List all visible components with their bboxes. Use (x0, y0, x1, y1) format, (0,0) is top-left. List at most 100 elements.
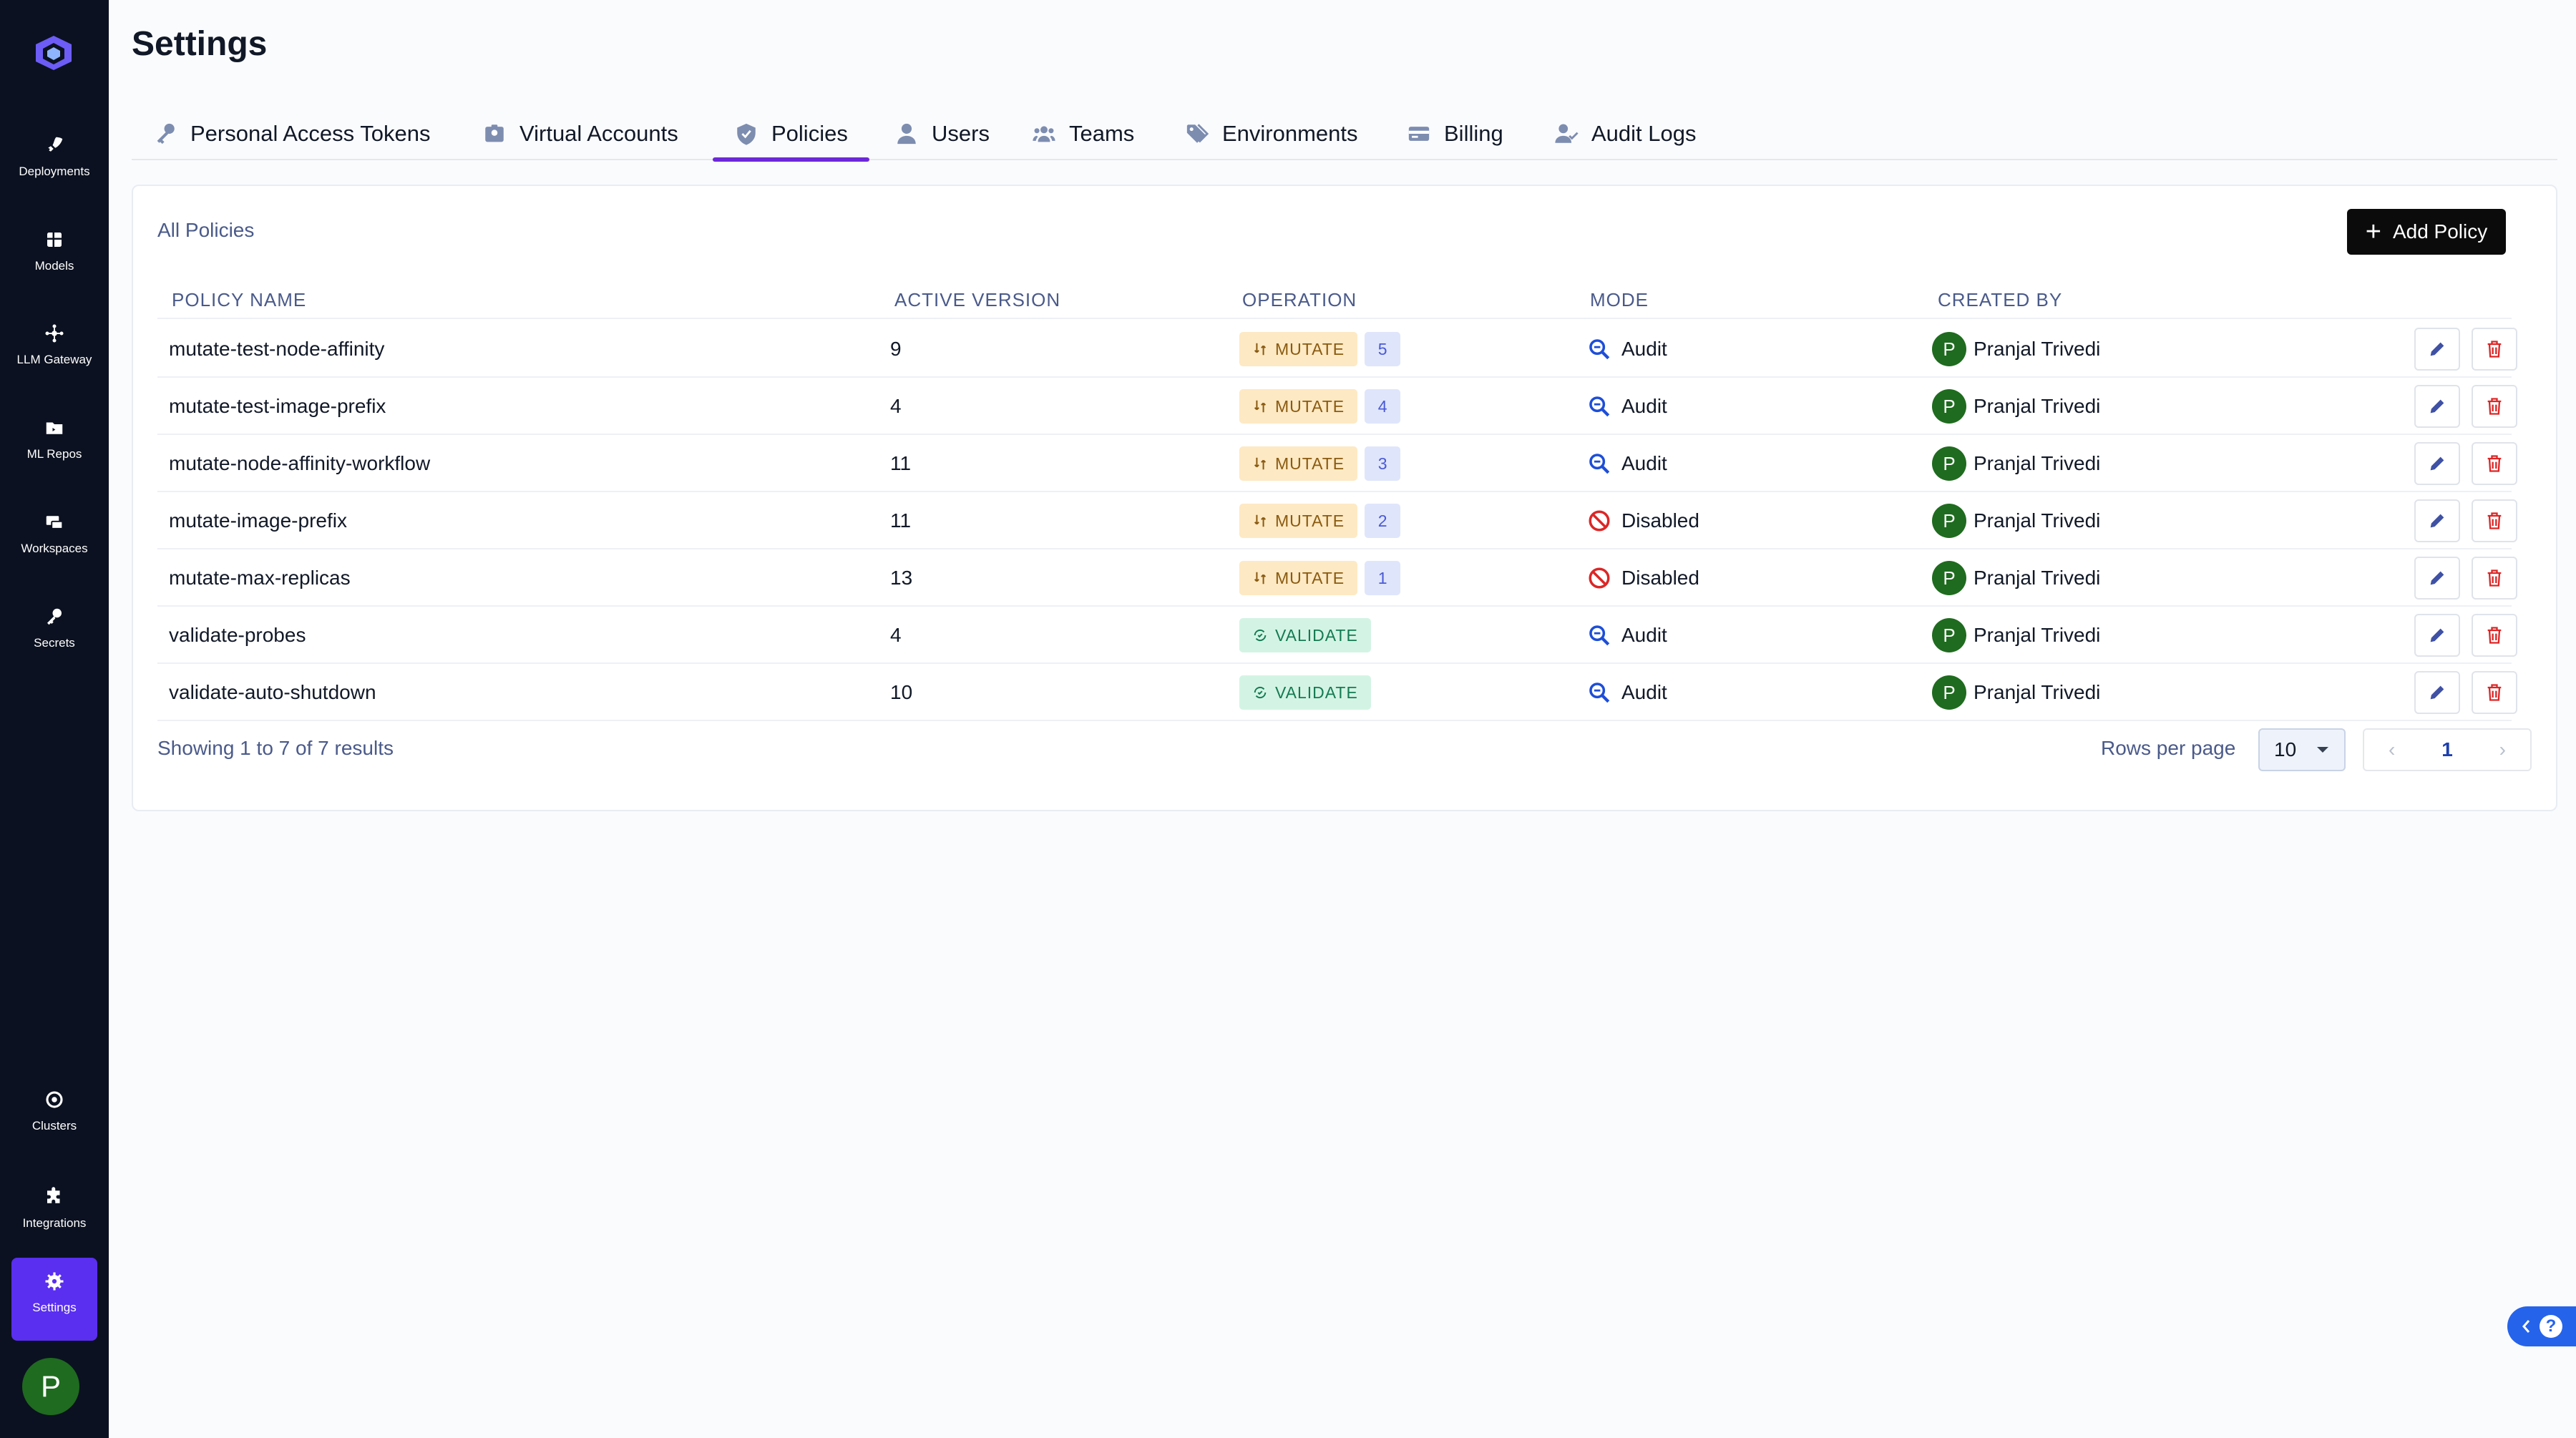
sidebar-item-llm-gateway[interactable]: LLM Gateway (0, 310, 109, 388)
sidebar-item-workspaces[interactable]: Workspaces (0, 499, 109, 577)
tab-audit-logs[interactable]: Audit Logs (1554, 107, 1697, 160)
operation-label: MUTATE (1275, 568, 1345, 587)
table-header: POLICY NAME ACTIVE VERSION OPERATION MOD… (157, 276, 2512, 319)
sidebar-item-ml-repos[interactable]: ML Repos (0, 404, 109, 483)
sidebar-item-settings[interactable]: Settings (11, 1258, 97, 1341)
trash-icon (2487, 455, 2502, 472)
swap-icon (1254, 457, 1267, 470)
delete-button[interactable] (2472, 385, 2517, 428)
user-avatar[interactable]: P (22, 1358, 79, 1415)
delete-button[interactable] (2472, 499, 2517, 542)
creator-name: Pranjal Trivedi (1974, 567, 2101, 589)
creator-name: Pranjal Trivedi (1974, 338, 2101, 360)
edit-button[interactable] (2414, 442, 2460, 485)
tab-label: Teams (1069, 121, 1135, 146)
sidebar-item-clusters[interactable]: Clusters (0, 1076, 109, 1155)
grid-icon (47, 233, 62, 247)
created-by-cell: P Pranjal Trivedi (1932, 664, 2100, 721)
sidebar-item-deployments[interactable]: Deployments (0, 122, 109, 200)
sidebar-item-models[interactable]: Models (0, 216, 109, 295)
delete-button[interactable] (2472, 557, 2517, 600)
policy-name[interactable]: mutate-image-prefix (169, 492, 347, 549)
swap-icon (1254, 514, 1267, 527)
pencil-icon (2430, 628, 2444, 642)
add-policy-button[interactable]: + Add Policy (2347, 209, 2506, 255)
operation-badge: MUTATE (1239, 389, 1358, 424)
table-row[interactable]: mutate-node-affinity-workflow 11 MUTATE 3 Au… (157, 435, 2517, 492)
tab-environments[interactable]: Environments (1185, 107, 1358, 160)
active-version: 11 (890, 509, 912, 532)
avatar: P (1932, 561, 1966, 595)
tab-virtual-accounts[interactable]: Virtual Accounts (482, 107, 678, 160)
table-row[interactable]: mutate-test-node-affinity 9 MUTATE 5 Audit P P… (157, 321, 2517, 378)
refresh-check-icon (1254, 686, 1267, 699)
policy-name[interactable]: mutate-test-node-affinity (169, 321, 384, 378)
operation-cell: MUTATE 3 (1239, 435, 1401, 492)
delete-button[interactable] (2472, 614, 2517, 657)
table-row[interactable]: validate-probes 4 VALIDATE Audit P Pranjal Tr… (157, 607, 2517, 664)
trash-icon (2487, 684, 2502, 701)
operation-cell: MUTATE 4 (1239, 378, 1401, 435)
policy-name[interactable]: validate-auto-shutdown (169, 664, 376, 721)
edit-button[interactable] (2414, 385, 2460, 428)
operation-badge: MUTATE (1239, 332, 1358, 366)
app-logo-icon[interactable] (33, 34, 74, 72)
sidebar-item-secrets[interactable]: Secrets (0, 593, 109, 672)
disabled-icon (1589, 510, 1610, 532)
tab-teams[interactable]: Teams (1032, 107, 1134, 160)
chevron-left-icon (2522, 1320, 2530, 1333)
version-count-badge: 3 (1365, 446, 1401, 481)
table-row[interactable]: mutate-max-replicas 13 MUTATE 1 Disabled P Pra… (157, 549, 2517, 607)
tab-policies[interactable]: Policies (713, 107, 869, 162)
mode-label: Audit (1621, 681, 1667, 703)
edit-button[interactable] (2414, 614, 2460, 657)
operation-badge: MUTATE (1239, 446, 1358, 481)
sidebar-item-integrations[interactable]: Integrations (0, 1173, 109, 1252)
creator-name: Pranjal Trivedi (1974, 681, 2101, 703)
tab-personal-access-tokens[interactable]: Personal Access Tokens (153, 107, 430, 160)
operation-label: MUTATE (1275, 511, 1345, 530)
avatar: P (1932, 332, 1966, 366)
prev-page-button[interactable]: ‹ (2364, 730, 2419, 770)
table-row[interactable]: validate-auto-shutdown 10 VALIDATE Audit P Pr… (157, 664, 2517, 721)
policy-name[interactable]: mutate-test-image-prefix (169, 378, 386, 435)
operation-badge: MUTATE (1239, 504, 1358, 538)
delete-button[interactable] (2472, 671, 2517, 714)
edit-button[interactable] (2414, 557, 2460, 600)
table-row[interactable]: mutate-image-prefix 11 MUTATE 2 Disabled P Pra… (157, 492, 2517, 549)
sidebar: Deployments Models LLM Gateway ML Repos … (0, 0, 109, 1438)
plus-icon: + (2365, 217, 2381, 247)
operation-badge: VALIDATE (1239, 618, 1371, 652)
edit-button[interactable] (2414, 328, 2460, 371)
puzzle-icon (47, 1187, 60, 1203)
cluster-icon (46, 1091, 63, 1108)
credit-card-icon (1408, 127, 1430, 141)
delete-button[interactable] (2472, 328, 2517, 371)
tab-label: Policies (771, 121, 848, 146)
tab-label: Users (932, 121, 990, 146)
created-by-cell: P Pranjal Trivedi (1932, 492, 2100, 549)
page-number[interactable]: 1 (2419, 730, 2474, 770)
tab-billing[interactable]: Billing (1407, 107, 1503, 160)
trash-icon (2487, 341, 2502, 358)
card-title: All Policies (157, 219, 255, 241)
policy-name[interactable]: mutate-max-replicas (169, 549, 351, 607)
edit-button[interactable] (2414, 671, 2460, 714)
tab-label: Virtual Accounts (519, 121, 678, 146)
table-row[interactable]: mutate-test-image-prefix 4 MUTATE 4 Audit P Pr… (157, 378, 2517, 435)
policy-name[interactable]: mutate-node-affinity-workflow (169, 435, 430, 492)
mode-label: Disabled (1621, 509, 1699, 532)
help-button[interactable]: ? (2507, 1306, 2576, 1346)
version-count-badge: 5 (1365, 332, 1401, 366)
rows-per-page-select[interactable]: 10 (2258, 728, 2346, 771)
avatar: P (1932, 389, 1966, 424)
delete-button[interactable] (2472, 442, 2517, 485)
operation-label: MUTATE (1275, 339, 1345, 358)
page-title: Settings (132, 25, 268, 63)
tab-users[interactable]: Users (894, 107, 990, 160)
next-page-button[interactable]: › (2475, 730, 2530, 770)
avatar: P (1932, 504, 1966, 538)
edit-button[interactable] (2414, 499, 2460, 542)
policy-name[interactable]: validate-probes (169, 607, 306, 664)
mode-label: Disabled (1621, 567, 1699, 589)
